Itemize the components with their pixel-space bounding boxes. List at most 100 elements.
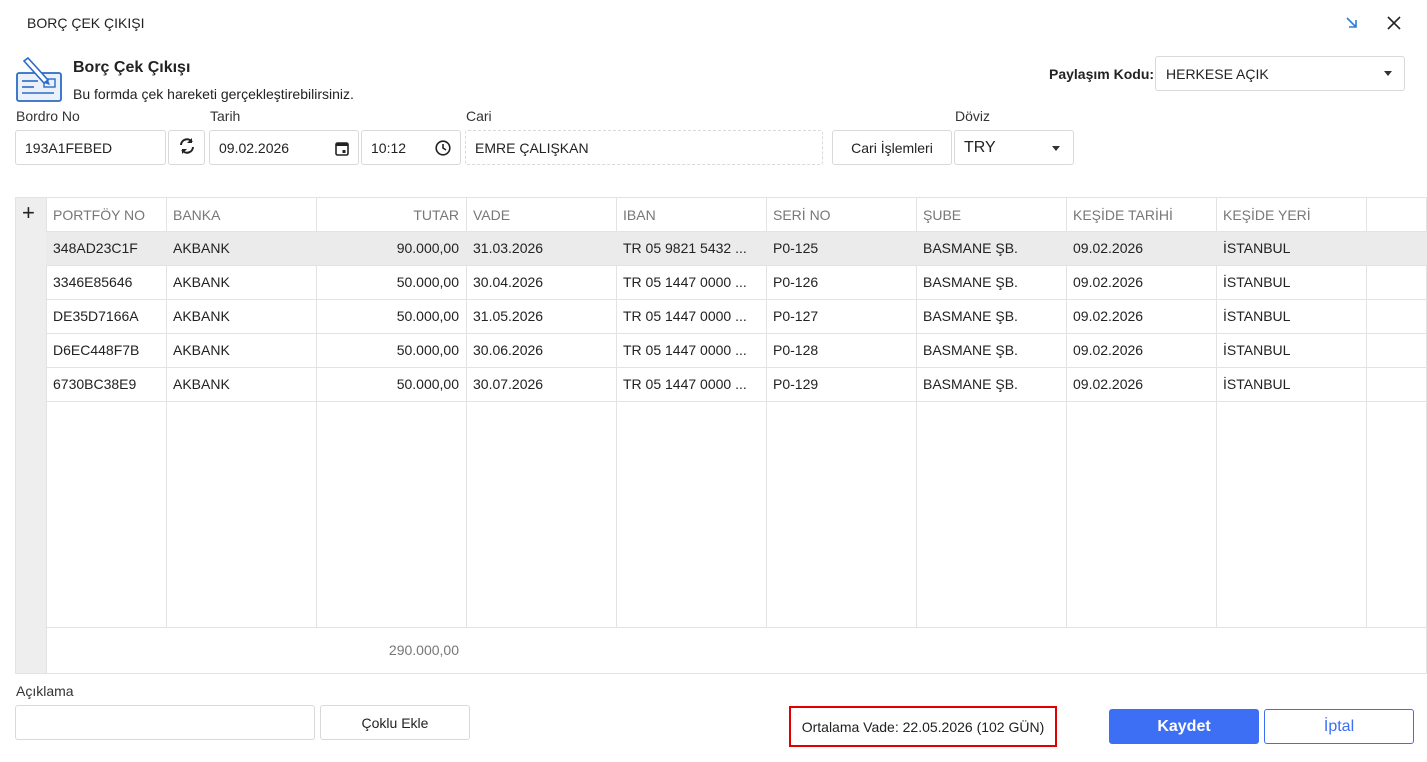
cell-tutar: 50.000,00 <box>396 274 459 290</box>
cell-banka: AKBANK <box>173 308 230 324</box>
table-row[interactable]: D6EC448F7B AKBANK 50.000,00 30.06.2026 T… <box>46 334 1427 368</box>
aciklama-label: Açıklama <box>16 683 74 699</box>
cell-sube: BASMANE ŞB. <box>923 376 1018 392</box>
aciklama-input[interactable] <box>15 705 315 740</box>
cari-islemleri-button[interactable]: Cari İşlemleri <box>832 130 952 165</box>
cell-sube: BASMANE ŞB. <box>923 342 1018 358</box>
date-value: 09.02.2026 <box>219 139 290 156</box>
cell-keside-tarihi: 09.02.2026 <box>1073 240 1144 256</box>
cell-keside-tarihi: 09.02.2026 <box>1073 342 1144 358</box>
row-indicator-column <box>16 198 46 673</box>
cell-seri-no: P0-129 <box>773 376 819 392</box>
cell-banka: AKBANK <box>173 240 230 256</box>
cell-keside-yeri: İSTANBUL <box>1223 376 1291 392</box>
cell-tutar: 50.000,00 <box>396 376 459 392</box>
cell-banka: AKBANK <box>173 376 230 392</box>
cell-keside-tarihi: 09.02.2026 <box>1073 376 1144 392</box>
cell-keside-yeri: İSTANBUL <box>1223 274 1291 290</box>
sharing-code-label: Paylaşım Kodu: <box>1049 66 1155 82</box>
cell-seri-no: P0-126 <box>773 274 819 290</box>
cell-keside-yeri: İSTANBUL <box>1223 342 1291 358</box>
table-row[interactable]: 3346E85646 AKBANK 50.000,00 30.04.2026 T… <box>46 266 1427 300</box>
cell-vade: 31.05.2026 <box>473 308 544 324</box>
minimize-arrow-icon[interactable] <box>1344 15 1360 31</box>
calendar-icon[interactable] <box>335 141 349 159</box>
time-value: 10:12 <box>371 139 407 156</box>
coklu-ekle-button[interactable]: Çoklu Ekle <box>320 705 470 740</box>
tarih-label: Tarih <box>210 108 241 124</box>
table-row[interactable]: DE35D7166A AKBANK 50.000,00 31.05.2026 T… <box>46 300 1427 334</box>
cell-portfoy-no: 3346E85646 <box>53 274 133 290</box>
cell-tutar: 50.000,00 <box>396 342 459 358</box>
cell-sube: BASMANE ŞB. <box>923 240 1018 256</box>
table-summary-row: 290.000,00 <box>46 627 1427 673</box>
col-iban[interactable]: IBAN <box>616 198 766 232</box>
sharing-code-select[interactable]: HERKESE AÇIK <box>1155 56 1405 91</box>
date-input[interactable]: 09.02.2026 <box>209 130 359 165</box>
cell-keside-tarihi: 09.02.2026 <box>1073 274 1144 290</box>
cell-seri-no: P0-128 <box>773 342 819 358</box>
cell-banka: AKBANK <box>173 274 230 290</box>
table-row[interactable]: 348AD23C1F AKBANK 90.000,00 31.03.2026 T… <box>46 232 1427 266</box>
col-keside-yeri[interactable]: KEŞİDE YERİ <box>1216 198 1366 232</box>
cell-vade: 30.04.2026 <box>473 274 544 290</box>
cell-portfoy-no: D6EC448F7B <box>53 342 140 358</box>
currency-select[interactable]: TRY <box>954 130 1074 165</box>
cell-seri-no: P0-125 <box>773 240 819 256</box>
cari-label: Cari <box>466 108 492 124</box>
cell-iban: TR 05 1447 0000 ... <box>623 308 747 324</box>
save-button[interactable]: Kaydet <box>1109 709 1259 744</box>
cell-tutar: 90.000,00 <box>396 240 459 256</box>
cell-keside-yeri: İSTANBUL <box>1223 240 1291 256</box>
table-row[interactable]: 6730BC38E9 AKBANK 50.000,00 30.07.2026 T… <box>46 368 1427 402</box>
cell-portfoy-no: DE35D7166A <box>53 308 139 324</box>
cell-iban: TR 05 1447 0000 ... <box>623 376 747 392</box>
col-portfoy-no[interactable]: PORTFÖY NO <box>46 198 166 232</box>
refresh-button[interactable] <box>168 130 205 165</box>
chevron-down-icon <box>1052 146 1060 151</box>
cell-iban: TR 05 9821 5432 ... <box>623 240 747 256</box>
add-row-icon[interactable]: + <box>22 200 35 226</box>
cell-banka: AKBANK <box>173 342 230 358</box>
clock-icon[interactable] <box>435 140 451 159</box>
total-amount: 290.000,00 <box>388 642 459 658</box>
average-due-date: Ortalama Vade: 22.05.2026 (102 GÜN) <box>789 706 1057 747</box>
col-tutar[interactable]: TUTAR <box>316 198 466 232</box>
col-seri-no[interactable]: SERİ NO <box>766 198 916 232</box>
cell-sube: BASMANE ŞB. <box>923 274 1018 290</box>
cancel-button[interactable]: İptal <box>1264 709 1414 744</box>
time-input[interactable]: 10:12 <box>361 130 461 165</box>
table-header: PORTFÖY NO BANKA TUTAR VADE IBAN SERİ NO… <box>46 198 1427 232</box>
page-title: Borç Çek Çıkışı <box>73 59 191 76</box>
cari-input[interactable]: EMRE ÇALIŞKAN <box>465 130 823 165</box>
cell-seri-no: P0-127 <box>773 308 819 324</box>
cell-keside-yeri: İSTANBUL <box>1223 308 1291 324</box>
doviz-label: Döviz <box>955 108 991 124</box>
currency-value: TRY <box>964 138 996 156</box>
refresh-icon <box>178 137 196 158</box>
cell-portfoy-no: 6730BC38E9 <box>53 376 137 392</box>
cell-sube: BASMANE ŞB. <box>923 308 1018 324</box>
cell-keside-tarihi: 09.02.2026 <box>1073 308 1144 324</box>
close-icon[interactable] <box>1386 15 1402 31</box>
col-banka[interactable]: BANKA <box>166 198 316 232</box>
window-title: BORÇ ÇEK ÇIKIŞI <box>27 15 145 31</box>
bordro-input[interactable]: 193A1FEBED <box>15 130 166 165</box>
col-sube[interactable]: ŞUBE <box>916 198 1066 232</box>
col-vade[interactable]: VADE <box>466 198 616 232</box>
cell-vade: 30.07.2026 <box>473 376 544 392</box>
check-document-icon <box>14 56 64 106</box>
cari-value: EMRE ÇALIŞKAN <box>475 139 589 156</box>
cell-vade: 30.06.2026 <box>473 342 544 358</box>
cell-iban: TR 05 1447 0000 ... <box>623 342 747 358</box>
cell-vade: 31.03.2026 <box>473 240 544 256</box>
cell-iban: TR 05 1447 0000 ... <box>623 274 747 290</box>
cell-portfoy-no: 348AD23C1F <box>53 240 138 256</box>
bordro-value: 193A1FEBED <box>25 139 113 156</box>
bordro-label: Bordro No <box>16 108 80 124</box>
chevron-down-icon <box>1384 71 1392 76</box>
average-due-date-text: Ortalama Vade: 22.05.2026 (102 GÜN) <box>801 718 1045 735</box>
page-subtitle: Bu formda çek hareketi gerçekleştirebili… <box>73 86 354 102</box>
cell-tutar: 50.000,00 <box>396 308 459 324</box>
col-keside-tarihi[interactable]: KEŞİDE TARİHİ <box>1066 198 1216 232</box>
